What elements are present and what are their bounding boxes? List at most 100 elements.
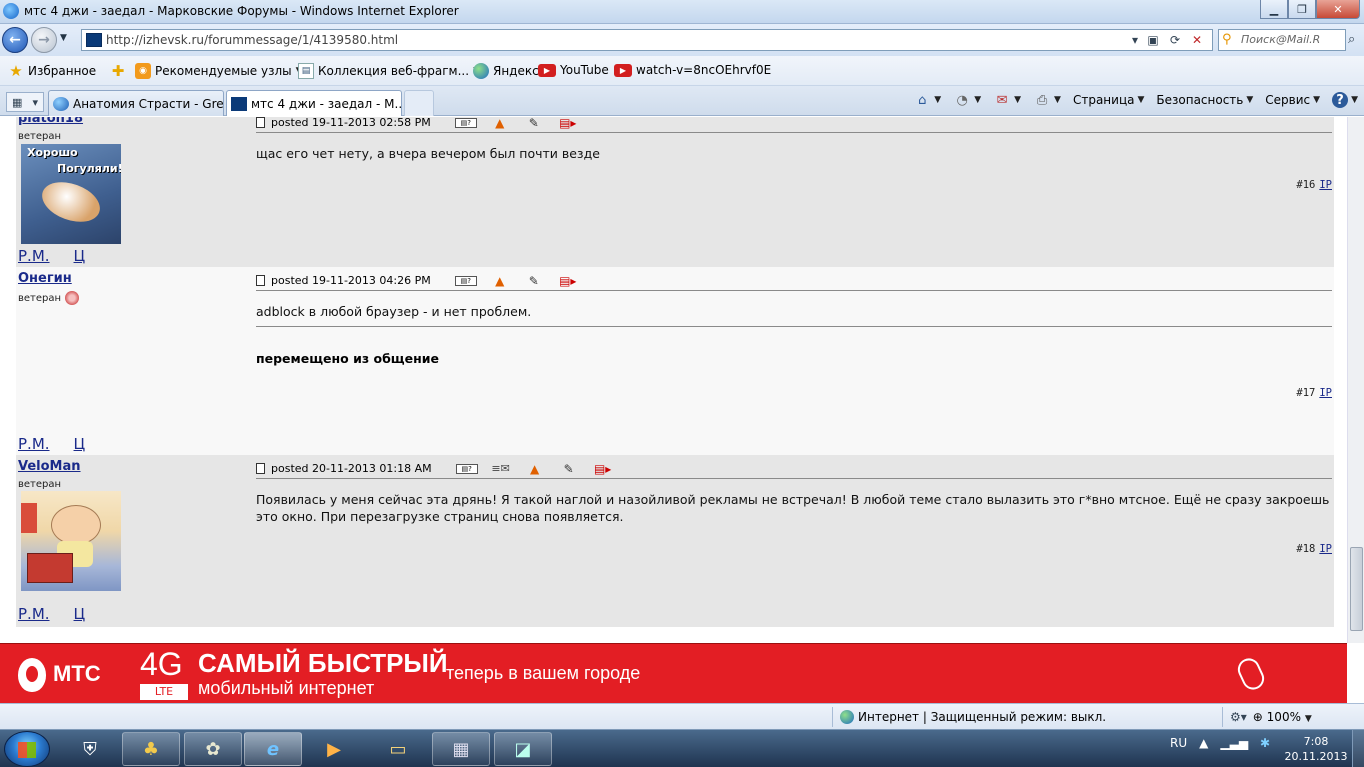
status-tools: ⚙▾ ⊕ 100% ▼ xyxy=(1230,710,1312,724)
private-message-link[interactable]: Р.М. xyxy=(18,605,50,623)
page-content: platon18 ветеран Хорошо Погуляли! Р.М. Ц… xyxy=(0,117,1364,643)
warning-icon[interactable]: ▲ xyxy=(489,117,511,130)
taskbar-clock[interactable]: 7:08 20.11.2013 xyxy=(1284,734,1348,764)
c-link[interactable]: Ц xyxy=(74,605,86,623)
edit-icon[interactable]: ✎ xyxy=(523,117,545,130)
favorites-label: Избранное xyxy=(28,64,97,78)
favorite-item-youtube[interactable]: ▶ YouTube xyxy=(538,63,609,77)
warning-icon[interactable]: ▲ xyxy=(489,274,511,288)
scrollbar-thumb[interactable] xyxy=(1350,547,1363,631)
stop-icon[interactable]: ✕ xyxy=(1186,31,1208,49)
print-button[interactable]: ⎙ ▼ xyxy=(1033,92,1061,108)
safety-menu[interactable]: Безопасность ▼ xyxy=(1156,93,1253,107)
vertical-scrollbar[interactable] xyxy=(1347,117,1364,643)
favorite-item-suggested[interactable]: ◉ Рекомендуемые узлы ▼ xyxy=(135,63,303,79)
home-button[interactable]: ⌂ ▼ xyxy=(913,92,941,108)
quote-reply-icon[interactable]: ▤▸ xyxy=(557,274,579,288)
add-favorite-button[interactable]: ✚ xyxy=(110,62,126,80)
tab-current-forum[interactable]: мтс 4 джи - заедал - М... ✕ xyxy=(226,90,402,116)
quote-reply-icon[interactable]: ▤▸ xyxy=(557,117,579,130)
search-provider-icon: ⚲ xyxy=(1222,32,1232,47)
post-document-icon xyxy=(256,117,265,128)
new-tab-button[interactable] xyxy=(404,90,434,116)
tools-menu[interactable]: Сервис ▼ xyxy=(1265,93,1320,107)
search-icon[interactable]: ⌕ xyxy=(1348,32,1355,47)
chevron-down-icon: ▼ xyxy=(1014,95,1022,105)
forward-button[interactable]: → xyxy=(31,27,57,53)
post-document-icon xyxy=(256,275,265,286)
network-signal-icon[interactable]: ▁▃▅ xyxy=(1220,736,1248,750)
chevron-down-icon: ▼ xyxy=(974,95,982,105)
profile-icon[interactable]: ▤? xyxy=(454,117,477,128)
taskbar-media-player[interactable]: ▶ xyxy=(306,732,362,766)
search-placeholder: Поиск@Mail.R xyxy=(1241,33,1321,46)
url-field[interactable]: http://izhevsk.ru/forummessage/1/4139580… xyxy=(81,29,1213,51)
taskbar-app-3[interactable]: ✿ xyxy=(184,732,242,766)
start-button[interactable] xyxy=(4,731,50,767)
zoom-button[interactable]: ⊕ 100% ▼ xyxy=(1253,710,1312,724)
profile-icon[interactable]: ▤? xyxy=(454,275,477,286)
taskbar-calculator[interactable]: ▦ xyxy=(432,732,490,766)
post-author[interactable]: VeloMan xyxy=(18,459,81,474)
post-date: posted 20-11-2013 01:18 AM xyxy=(271,462,432,475)
warning-icon[interactable]: ▲ xyxy=(524,462,546,476)
taskbar-world-of-tanks[interactable]: ⛨ xyxy=(62,732,118,766)
favorite-item-watch[interactable]: ▶ watch-v=8ncOEhrvf0E xyxy=(614,63,771,77)
history-dropdown-icon[interactable]: ▼ xyxy=(60,33,67,43)
private-message-link[interactable]: Р.М. xyxy=(18,435,50,453)
site-favicon-icon xyxy=(86,33,102,47)
quote-reply-icon[interactable]: ▤▸ xyxy=(592,462,614,476)
refresh-icon[interactable]: ⟳ xyxy=(1164,31,1186,49)
author-links: Р.М. Ц xyxy=(18,435,85,453)
tray-expand-icon[interactable]: ▲ xyxy=(1199,736,1208,750)
back-arrow-icon: ← xyxy=(9,32,21,48)
compatibility-view-icon[interactable]: ▣ xyxy=(1142,31,1164,49)
private-message-link[interactable]: Р.М. xyxy=(18,247,50,265)
page-menu-label: Страница xyxy=(1072,93,1135,107)
post-author[interactable]: platon18 xyxy=(18,117,83,126)
taskbar-notes[interactable]: ◪ xyxy=(494,732,552,766)
app-tree-icon: ♣ xyxy=(142,738,160,760)
post-author[interactable]: Онегин xyxy=(18,271,72,286)
ip-link[interactable]: IP xyxy=(1319,543,1332,555)
c-link[interactable]: Ц xyxy=(74,247,86,265)
flower-icon xyxy=(65,291,80,305)
status-divider xyxy=(832,707,833,727)
ip-link[interactable]: IP xyxy=(1319,179,1332,191)
favorite-item-yandex[interactable]: Яндекс xyxy=(473,63,539,79)
email-icon[interactable]: ≡✉ xyxy=(490,462,512,475)
quick-tabs-button[interactable]: ▦ ▾ xyxy=(6,92,44,112)
back-button[interactable]: ← xyxy=(2,27,28,53)
taskbar-app-2[interactable]: ♣ xyxy=(122,732,180,766)
mts-ad-banner[interactable]: МТС 4G LTE САМЫЙ БЫСТРЫЙ мобильный интер… xyxy=(0,643,1347,703)
page-menu[interactable]: Страница ▼ xyxy=(1073,93,1144,107)
c-link[interactable]: Ц xyxy=(74,435,86,453)
security-zone[interactable]: Интернет | Защищенный режим: выкл. xyxy=(840,710,1106,724)
mail-icon: ✉ xyxy=(996,92,1008,108)
favorite-item-label: Рекомендуемые узлы xyxy=(155,64,292,78)
help-menu[interactable]: ? ▼ xyxy=(1332,92,1358,108)
search-input[interactable]: ⚲ Поиск@Mail.R xyxy=(1218,29,1346,51)
edit-icon[interactable]: ✎ xyxy=(558,462,580,476)
show-desktop-button[interactable] xyxy=(1352,730,1364,767)
profile-icon[interactable]: ▤? xyxy=(455,463,478,474)
language-indicator[interactable]: RU xyxy=(1170,736,1187,750)
mouse-icon xyxy=(1234,654,1268,694)
avatar-caption: Погуляли! xyxy=(57,162,121,175)
read-mail-button[interactable]: ✉ ▼ xyxy=(993,92,1021,108)
post-message: щас его чет нету, а вчера вечером был по… xyxy=(256,146,600,161)
feeds-button[interactable]: ◔ ▼ xyxy=(953,92,982,108)
minimize-button[interactable]: ▁ xyxy=(1260,0,1288,19)
taskbar-explorer[interactable]: ▭ xyxy=(370,732,426,766)
restore-button[interactable]: ❐ xyxy=(1288,0,1316,19)
tray-app-icon[interactable]: ✱ xyxy=(1260,736,1270,750)
tab-grey-anatomy[interactable]: Анатомия Страсти - Grey'... xyxy=(48,90,224,116)
close-button[interactable]: ✕ xyxy=(1316,0,1360,19)
favorites-button[interactable]: ★ Избранное xyxy=(8,62,97,80)
taskbar-internet-explorer[interactable]: e xyxy=(244,732,302,766)
author-links: Р.М. Ц xyxy=(18,605,85,623)
protected-mode-icon[interactable]: ⚙▾ xyxy=(1230,710,1247,724)
ip-link[interactable]: IP xyxy=(1319,387,1332,399)
favorite-item-webslice[interactable]: ▤ Коллекция веб-фрагм... ▼ xyxy=(298,63,480,79)
edit-icon[interactable]: ✎ xyxy=(523,274,545,288)
